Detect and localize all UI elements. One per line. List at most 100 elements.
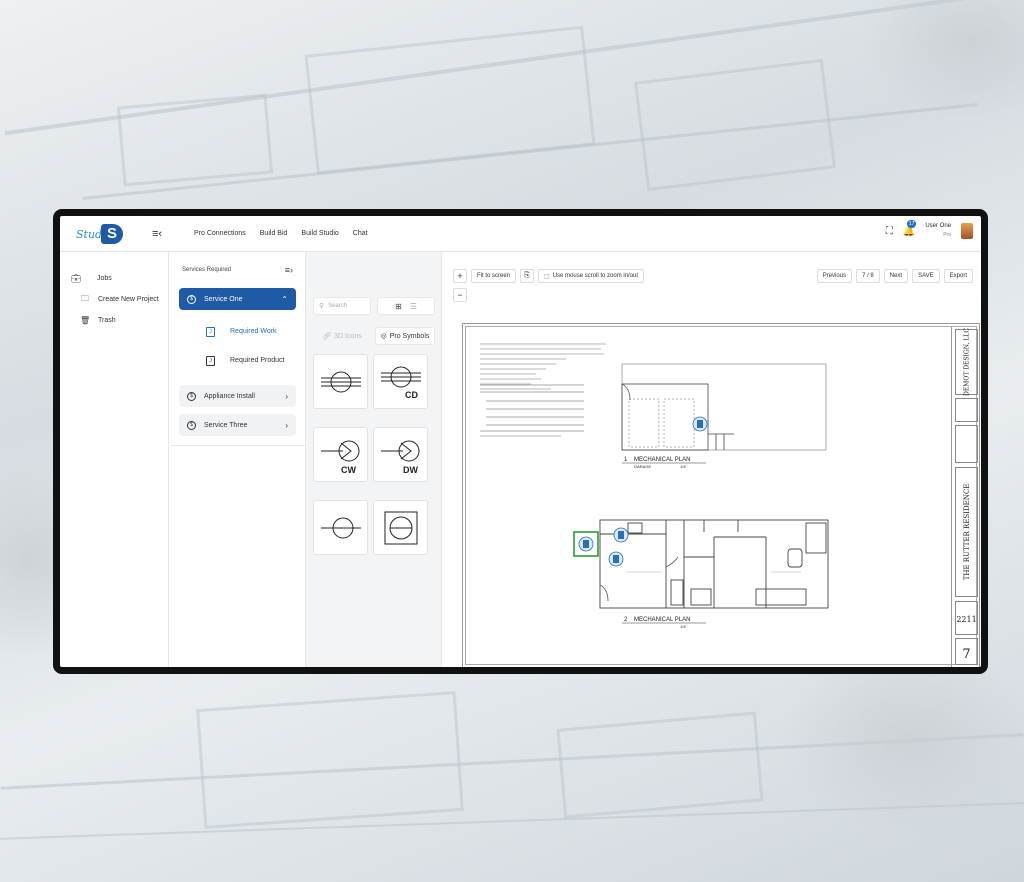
next-button[interactable]: Next (883, 269, 909, 283)
service-label: Service One (204, 295, 243, 303)
stamp-cell (955, 398, 978, 422)
job-number: 2211 (956, 615, 977, 624)
sheet-number-cell: 7 (955, 638, 978, 665)
top-right-controls: ⛶ 🔔 17 User One Pro (886, 219, 973, 240)
required-work-item[interactable]: J Required Work (170, 317, 305, 346)
cold-water-symbol[interactable]: CW (313, 427, 368, 482)
canvas-area: + Fit to screen ⎘ ⬚ Use mouse scroll to … (443, 252, 981, 667)
symbol-label: DW (403, 465, 418, 475)
tab-label: 3D Icons (334, 332, 362, 340)
user-role: Pro (943, 232, 951, 238)
disposal-symbol[interactable] (313, 500, 368, 555)
appliance-install-button[interactable]: $ Appliance Install › (179, 385, 296, 407)
sheet-border: 1 MECHANICAL PLAN GARAGE 1/4" 2 MECHANIC… (465, 326, 980, 667)
zoom-toolbar: + Fit to screen ⎘ ⬚ Use mouse scroll to … (453, 269, 645, 283)
symbol-tools: ⚲ Search ⊞ ☰ (313, 297, 435, 315)
plan1-number: 1 (624, 457, 628, 463)
symbol-tabs: 🔗︎ 3D Icons ◎ Pro Symbols (313, 327, 435, 345)
previous-button[interactable]: Previous (816, 269, 853, 283)
project-name: THE RUTTER RESIDENCE (962, 483, 971, 581)
app-logo[interactable]: Studio S (74, 216, 144, 252)
export-button[interactable]: Export (943, 269, 973, 283)
copy-icon[interactable]: ⎘ (520, 269, 535, 283)
washer-symbol-icon (320, 371, 361, 392)
plan1-title: MECHANICAL PLAN (634, 457, 690, 463)
nav-build-studio[interactable]: Build Studio (301, 230, 338, 237)
services-panel: Services Required ≡› $ Service One ⌃ J R… (170, 252, 306, 667)
tab-label: Pro Symbols (389, 332, 430, 340)
drawing-sheet[interactable]: 1 MECHANICAL PLAN GARAGE 1/4" 2 MECHANIC… (462, 323, 980, 667)
save-button[interactable]: SAVE (912, 269, 940, 283)
dryer-symbol-icon: CD (380, 366, 421, 400)
title-block: DEMOT DESIGN, LLC THE RUTTER RESIDENCE 2… (953, 327, 980, 667)
chevron-up-icon: ⌃ (281, 294, 288, 304)
list-view-icon[interactable]: ☰ (410, 302, 417, 311)
service-label: Appliance Install (204, 392, 255, 400)
notification-badge: 17 (906, 219, 917, 228)
top-nav: Pro Connections Build Bid Build Studio C… (194, 230, 368, 237)
symbol-search-input[interactable]: ⚲ Search (313, 297, 371, 315)
search-icon: ⚲ (319, 303, 325, 310)
chevron-right-icon: › (285, 391, 288, 401)
services-title: Services Required (182, 267, 232, 273)
left-sidebar: 💼︎ Jobs 🗀︎ Create New Project 🗑︎ Trash (60, 252, 169, 667)
drawing-area[interactable]: 1 MECHANICAL PLAN GARAGE 1/4" 2 MECHANIC… (466, 327, 952, 667)
zoom-hint: ⬚ Use mouse scroll to zoom in/out (538, 269, 645, 283)
dollar-icon: $ (187, 294, 196, 304)
zoom-hint-text: Use mouse scroll to zoom in/out (552, 273, 639, 279)
revision-cell (955, 425, 978, 463)
user-menu[interactable]: User One Pro (925, 222, 951, 240)
panel-collapse-icon[interactable]: ≡› (285, 265, 293, 275)
required-work-label: Required Work (230, 328, 277, 335)
notification-bell-icon[interactable]: 🔔 17 (903, 219, 917, 237)
floor-plan-drawing: 1 MECHANICAL PLAN GARAGE 1/4" 2 MECHANIC… (480, 343, 829, 629)
zoom-in-button[interactable]: + (453, 269, 467, 283)
zoom-out-button[interactable]: − (453, 288, 467, 302)
page-toolbar: Previous 7 / 8 Next SAVE Export (816, 269, 973, 283)
fullscreen-icon[interactable]: ⛶ (886, 226, 893, 237)
folder-plus-icon: 🗀︎ (81, 293, 89, 303)
logo-monogram: S (101, 223, 123, 244)
app-screen: Studio S ≡‹ Pro Connections Build Bid Bu… (60, 216, 981, 667)
washer-symbol[interactable] (313, 354, 368, 409)
project-cell: THE RUTTER RESIDENCE (955, 467, 978, 597)
symbols-panel: ⚲ Search ⊞ ☰ 🔗︎ 3D Icons ◎ Pro Symbols C… (306, 252, 442, 667)
document-icon: J (206, 326, 215, 337)
page-indicator: 7 / 8 (856, 269, 880, 283)
target-icon: ◎ (380, 333, 387, 340)
tab-pro-symbols[interactable]: ◎ Pro Symbols (375, 327, 435, 345)
symbol-label: CD (405, 390, 418, 400)
nav-build-bid[interactable]: Build Bid (260, 230, 288, 237)
service-three-button[interactable]: $ Service Three › (179, 414, 296, 436)
dryer-symbol[interactable]: CD (373, 354, 428, 409)
job-cell: 2211 (955, 601, 978, 635)
grid-view-icon[interactable]: ⊞ (395, 302, 402, 311)
link-icon: 🔗︎ (322, 333, 332, 340)
chevron-right-icon: › (285, 420, 288, 430)
symbol-grid: CD CW DW (313, 354, 429, 555)
sidebar-item-trash[interactable]: 🗑︎ Trash (60, 310, 168, 331)
plan2-scale: 1/4" (680, 624, 688, 629)
sidebar-item-create-new-project[interactable]: 🗀︎ Create New Project (60, 289, 168, 310)
search-placeholder: Search (328, 303, 348, 309)
service-label: Service Three (204, 421, 248, 429)
dishwasher-symbol[interactable]: DW (373, 427, 428, 482)
disposal-symbol-icon (320, 517, 361, 538)
plan1-subtitle: GARAGE (634, 464, 651, 469)
menu-collapse-icon[interactable]: ≡‹ (146, 228, 168, 240)
required-product-item[interactable]: J Required Product (170, 346, 305, 375)
nav-chat[interactable]: Chat (353, 230, 368, 237)
nav-pro-connections[interactable]: Pro Connections (194, 230, 246, 237)
tab-3d-icons[interactable]: 🔗︎ 3D Icons (313, 327, 371, 345)
service-one-button[interactable]: $ Service One ⌃ (179, 288, 296, 310)
dishwasher-symbol-icon: DW (380, 440, 419, 475)
sheet-number: 7 (962, 647, 971, 662)
sidebar-item-jobs[interactable]: 💼︎ Jobs (60, 268, 168, 289)
fit-to-screen-button[interactable]: Fit to screen (471, 269, 517, 283)
mouse-icon: ⬚ (544, 273, 550, 280)
avatar[interactable] (961, 223, 973, 239)
boxed-circle-symbol[interactable] (373, 500, 428, 555)
user-name: User One (925, 223, 951, 229)
symbol-label: CW (341, 465, 356, 475)
boxed-circle-symbol-icon (384, 511, 417, 544)
